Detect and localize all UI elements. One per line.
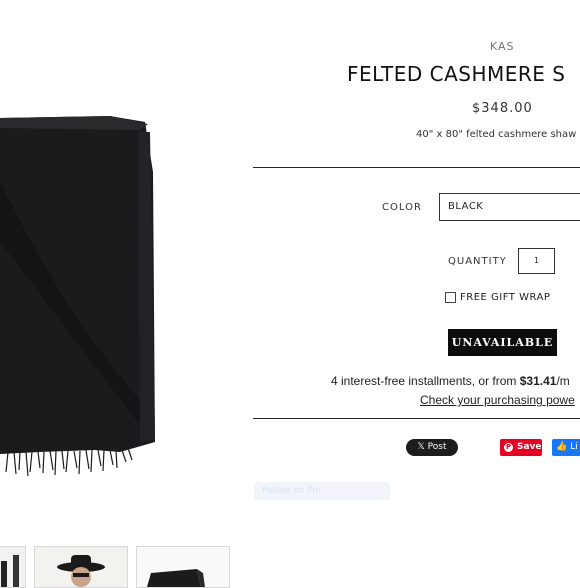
installments-suffix: /m	[556, 374, 570, 388]
divider-top	[253, 167, 580, 168]
pinterest-save-label: Save	[517, 442, 542, 452]
thumbnail-1[interactable]	[0, 546, 26, 588]
facebook-like-label: Li	[570, 442, 578, 452]
installments-amount: $31.41	[519, 374, 557, 388]
quantity-input[interactable]: 1	[518, 248, 555, 274]
x-logo-icon: 𝕏	[417, 442, 428, 452]
thumbnail-3[interactable]	[136, 546, 230, 588]
gift-wrap-checkbox[interactable]	[445, 292, 456, 303]
unavailable-button[interactable]: UNAVAILABLE	[448, 329, 557, 356]
product-main-image[interactable]	[0, 32, 228, 530]
thumbnail-3-image	[137, 547, 229, 587]
x-post-button[interactable]: 𝕏 Post	[406, 439, 458, 456]
quantity-label: QUANTITY	[448, 256, 507, 267]
facebook-like-button[interactable]: 👍 Li	[552, 439, 580, 456]
installments-text: 4 interest-free installments, or from $3…	[331, 374, 570, 388]
color-select[interactable]: BLACK	[439, 193, 580, 221]
brand-name[interactable]: KAS	[490, 40, 515, 53]
pinterest-icon: P	[504, 443, 513, 452]
product-description: 40" x 80" felted cashmere shaw	[416, 129, 577, 140]
shawl-photo	[0, 32, 228, 530]
color-label: COLOR	[382, 202, 422, 213]
purchasing-power-link[interactable]: Check your purchasing powe	[420, 393, 575, 407]
product-price: $348.00	[472, 101, 533, 116]
installments-prefix: 4 interest-free installments, or from	[331, 374, 520, 388]
gift-wrap-label: FREE GIFT WRAP	[460, 292, 551, 303]
thumbnail-2[interactable]	[34, 546, 128, 588]
pinterest-save-button[interactable]: P Save	[500, 439, 542, 456]
x-post-label: Post	[427, 442, 447, 452]
thumbnail-1-image	[0, 547, 25, 587]
follow-on-pinterest-widget[interactable]: Follow on Pin	[254, 482, 390, 500]
facebook-like-icon: 👍	[556, 442, 571, 452]
divider-bottom	[253, 418, 580, 419]
gift-wrap-option[interactable]: FREE GIFT WRAP	[445, 292, 550, 303]
thumbnail-2-image	[35, 547, 127, 587]
product-title: FELTED CASHMERE S	[347, 62, 566, 86]
